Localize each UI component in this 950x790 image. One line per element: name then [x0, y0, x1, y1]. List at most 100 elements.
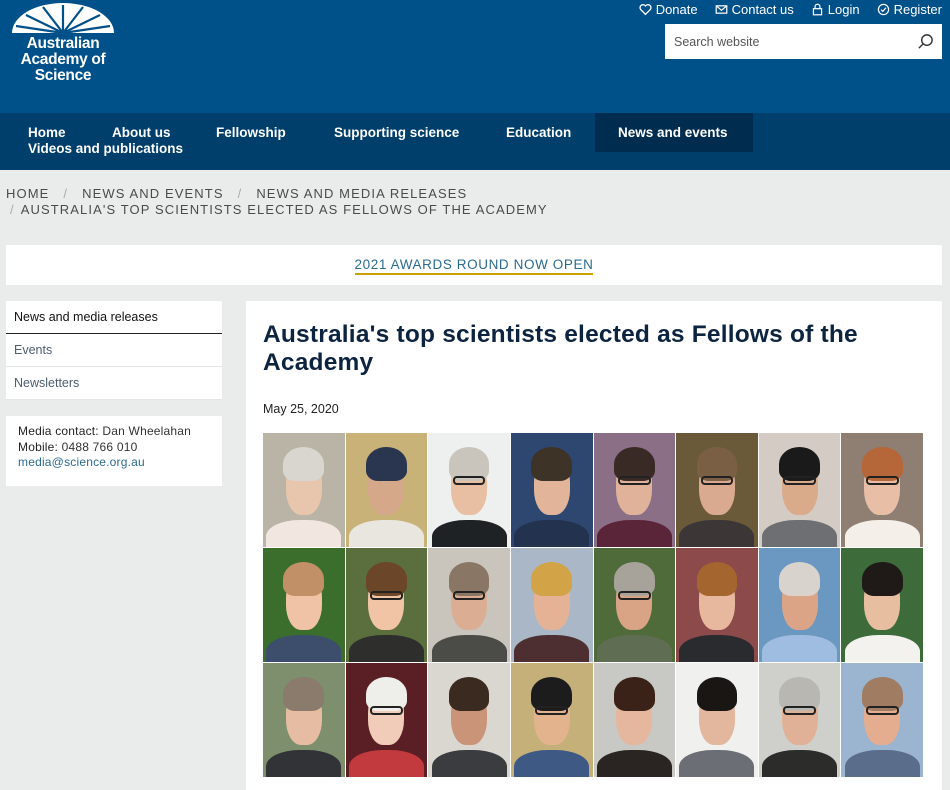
portrait-shoulders: [348, 749, 424, 777]
logo-text: Australian Academy of Science: [20, 35, 106, 84]
portrait-shoulders: [431, 749, 507, 777]
portrait-shoulders: [762, 749, 838, 777]
fellow-photo: [676, 663, 758, 777]
fellow-photo: [428, 433, 510, 547]
breadcrumb-news-and-media-releases[interactable]: NEWS AND MEDIA RELEASES: [256, 186, 467, 201]
portrait-glasses: [535, 706, 569, 716]
media-contact-label: Media contact:: [18, 424, 99, 438]
nav-item-education[interactable]: Education: [506, 125, 571, 140]
nav-item-news-and-events[interactable]: News and events: [618, 125, 728, 140]
portrait-shoulders: [844, 634, 920, 662]
portrait-shoulders: [596, 519, 672, 547]
fellow-photo: [841, 663, 923, 777]
nav-item-supporting-science[interactable]: Supporting science: [334, 125, 459, 140]
portrait-glasses: [783, 706, 816, 716]
search-icon: [917, 34, 933, 49]
fellow-photo: [263, 433, 345, 547]
check-circle-icon: [877, 3, 889, 16]
breadcrumb-news-and-events[interactable]: NEWS AND EVENTS: [82, 186, 223, 201]
fellow-photo: [676, 548, 758, 662]
portrait-glasses: [370, 591, 403, 601]
fellow-photo: [593, 548, 676, 662]
portrait-hair: [366, 446, 407, 481]
portrait-hair: [861, 561, 903, 596]
fellow-photo: [263, 663, 345, 777]
search-input[interactable]: [665, 24, 908, 59]
article-title: Australia's top scientists elected as Fe…: [263, 321, 858, 376]
academy-logo[interactable]: Australian Academy of Science: [8, 3, 118, 93]
fellow-photo: [510, 548, 593, 662]
fellows-photo-grid: [263, 433, 923, 777]
portrait-hair: [283, 676, 325, 711]
portrait-glasses: [452, 476, 486, 486]
portrait-shoulders: [266, 519, 342, 547]
awards-banner-link[interactable]: 2021 AWARDS ROUND NOW OPEN: [354, 257, 594, 275]
portrait-glasses: [783, 476, 816, 486]
breadcrumb: HOME / NEWS AND EVENTS / NEWS AND MEDIA RELE…: [6, 186, 936, 218]
sidebar-item-newsletters[interactable]: Newsletters: [6, 367, 222, 400]
media-email-link[interactable]: media@science.org.au: [18, 455, 145, 469]
portrait-shoulders: [762, 519, 838, 547]
awards-banner: 2021 AWARDS ROUND NOW OPEN: [6, 245, 942, 285]
portrait-glasses: [370, 706, 403, 716]
search-button[interactable]: [908, 24, 942, 59]
sidebar-nav: News and media releases Events Newslette…: [6, 301, 222, 400]
utility-nav: Donate Contact us Login Register: [639, 2, 942, 17]
portrait-shoulders: [762, 634, 838, 662]
portrait-shoulders: [596, 749, 672, 777]
portrait-shoulders: [266, 634, 342, 662]
fellow-photo: [593, 663, 676, 777]
portrait-shoulders: [679, 519, 755, 547]
breadcrumb-separator: /: [10, 202, 15, 217]
portrait-glasses: [618, 591, 651, 601]
contact-us-link[interactable]: Contact us: [715, 2, 794, 17]
portrait-glasses: [618, 476, 651, 486]
dome-icon: [12, 3, 114, 36]
mail-icon: [715, 5, 727, 14]
portrait-shoulders: [844, 749, 920, 777]
fellow-photo: [841, 548, 923, 662]
fellow-photo: [510, 663, 593, 777]
sidebar-item-news-and-media-releases[interactable]: News and media releases: [6, 301, 222, 334]
portrait-shoulders: [266, 749, 342, 777]
portrait-hair: [531, 561, 573, 596]
portrait-hair: [613, 676, 655, 711]
heart-icon: [639, 4, 652, 16]
fellow-photo: [428, 548, 510, 662]
register-link[interactable]: Register: [877, 2, 942, 17]
portrait-shoulders: [844, 519, 920, 547]
media-contact-name: Dan Wheelahan: [102, 424, 192, 438]
portrait-hair: [696, 561, 738, 596]
fellow-photo: [758, 548, 841, 662]
main-nav: Home About us Fellowship Supporting scie…: [0, 113, 950, 170]
article-panel: Australia's top scientists elected as Fe…: [246, 301, 942, 790]
mobile-label: Mobile:: [18, 439, 59, 454]
breadcrumb-separator: /: [237, 186, 243, 201]
lock-icon: [812, 3, 822, 16]
portrait-hair: [779, 561, 820, 596]
breadcrumb-separator: /: [63, 186, 69, 201]
sidebar-item-events[interactable]: Events: [6, 334, 222, 367]
nav-item-home[interactable]: Home: [28, 125, 66, 140]
nav-item-about-us[interactable]: About us: [112, 125, 171, 140]
nav-item-fellowship[interactable]: Fellowship: [216, 125, 286, 140]
nav-item-videos-and-publications[interactable]: Videos and publications: [28, 141, 183, 156]
search-box: [665, 24, 942, 59]
fellow-photo: [758, 663, 841, 777]
login-link[interactable]: Login: [811, 2, 860, 17]
portrait-shoulders: [596, 634, 672, 662]
fellow-photo: [345, 548, 428, 662]
fellow-photo: [428, 663, 510, 777]
fellow-photo: [345, 433, 428, 547]
article-date: May 25, 2020: [263, 402, 339, 416]
portrait-hair: [696, 676, 738, 711]
fellow-photo: [676, 433, 758, 547]
portrait-glasses: [452, 591, 486, 601]
donate-link[interactable]: Donate: [639, 2, 698, 17]
fellow-photo: [841, 433, 923, 547]
breadcrumb-home[interactable]: HOME: [6, 186, 49, 201]
portrait-glasses: [865, 706, 899, 716]
portrait-shoulders: [514, 519, 590, 547]
breadcrumb-current: AUSTRALIA'S TOP SCIENTISTS ELECTED AS FE…: [20, 202, 548, 217]
portrait-shoulders: [431, 519, 507, 547]
